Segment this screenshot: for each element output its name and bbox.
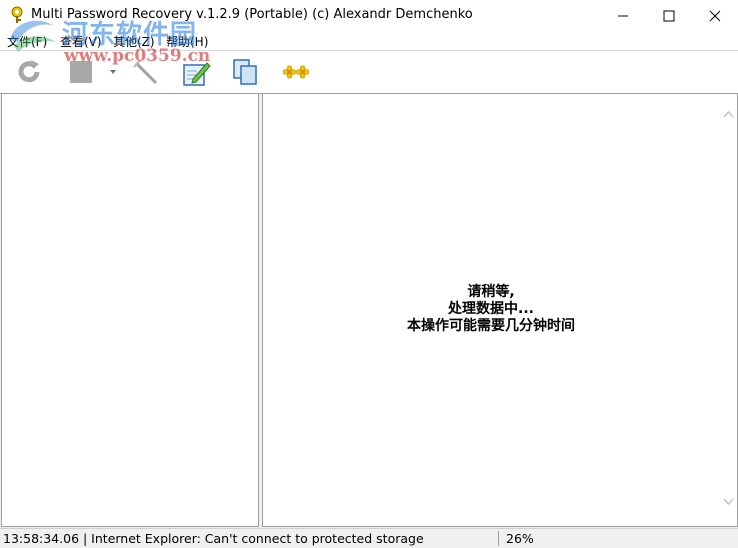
- minimize-button[interactable]: [600, 0, 646, 31]
- toolbar: [0, 50, 738, 94]
- vertical-scrollbar[interactable]: [720, 94, 737, 526]
- menu-view[interactable]: 查看(V): [60, 33, 102, 50]
- close-button[interactable]: [692, 0, 738, 31]
- menu-help[interactable]: 帮助(H): [166, 33, 208, 50]
- wait-line-2: 处理数据中...: [448, 301, 534, 317]
- maximize-button[interactable]: [646, 0, 692, 31]
- stop-dropdown-button[interactable]: [100, 57, 126, 87]
- results-pane[interactable]: 请稍等, 处理数据中... 本操作可能需要几分钟时间: [262, 93, 738, 527]
- wand-button[interactable]: [130, 57, 160, 87]
- scroll-down-icon[interactable]: [723, 498, 734, 506]
- menu-file[interactable]: 文件(F): [7, 33, 47, 50]
- wait-line-3: 本操作可能需要几分钟时间: [407, 318, 575, 334]
- refresh-icon: [18, 60, 40, 83]
- flower-button[interactable]: [281, 57, 311, 87]
- copy-button[interactable]: [231, 57, 261, 87]
- scroll-up-icon[interactable]: [723, 110, 734, 118]
- refresh-button[interactable]: [14, 57, 44, 87]
- flower-icon: [282, 65, 310, 79]
- status-divider: [498, 531, 499, 546]
- title-bar: Multi Password Recovery v.1.2.9 (Portabl…: [0, 0, 738, 31]
- wait-message: 请稍等, 处理数据中... 本操作可能需要几分钟时间: [263, 284, 719, 335]
- progress-percent: 26%: [506, 531, 534, 546]
- menu-other[interactable]: 其他(Z): [113, 33, 155, 50]
- key-icon: [11, 6, 23, 23]
- wand-icon: [133, 60, 158, 85]
- maximize-icon: [663, 10, 675, 21]
- status-bar: 13:58:34.06 | Internet Explorer: Can't c…: [0, 528, 738, 548]
- dropdown-arrow-icon: [110, 70, 116, 74]
- minimize-icon: [618, 15, 628, 16]
- stop-button[interactable]: [66, 57, 96, 87]
- edit-icon: [183, 62, 211, 86]
- wait-line-1: 请稍等,: [467, 284, 515, 300]
- copy-icon: [233, 59, 257, 85]
- window-title: Multi Password Recovery v.1.2.9 (Portabl…: [31, 7, 473, 22]
- status-message: 13:58:34.06 | Internet Explorer: Can't c…: [3, 531, 424, 546]
- edit-button[interactable]: [181, 57, 211, 87]
- stop-icon: [70, 61, 92, 83]
- tree-pane[interactable]: [1, 93, 259, 527]
- menu-bar: 文件(F) 查看(V) 其他(Z) 帮助(H): [0, 31, 738, 50]
- close-icon: [709, 10, 721, 21]
